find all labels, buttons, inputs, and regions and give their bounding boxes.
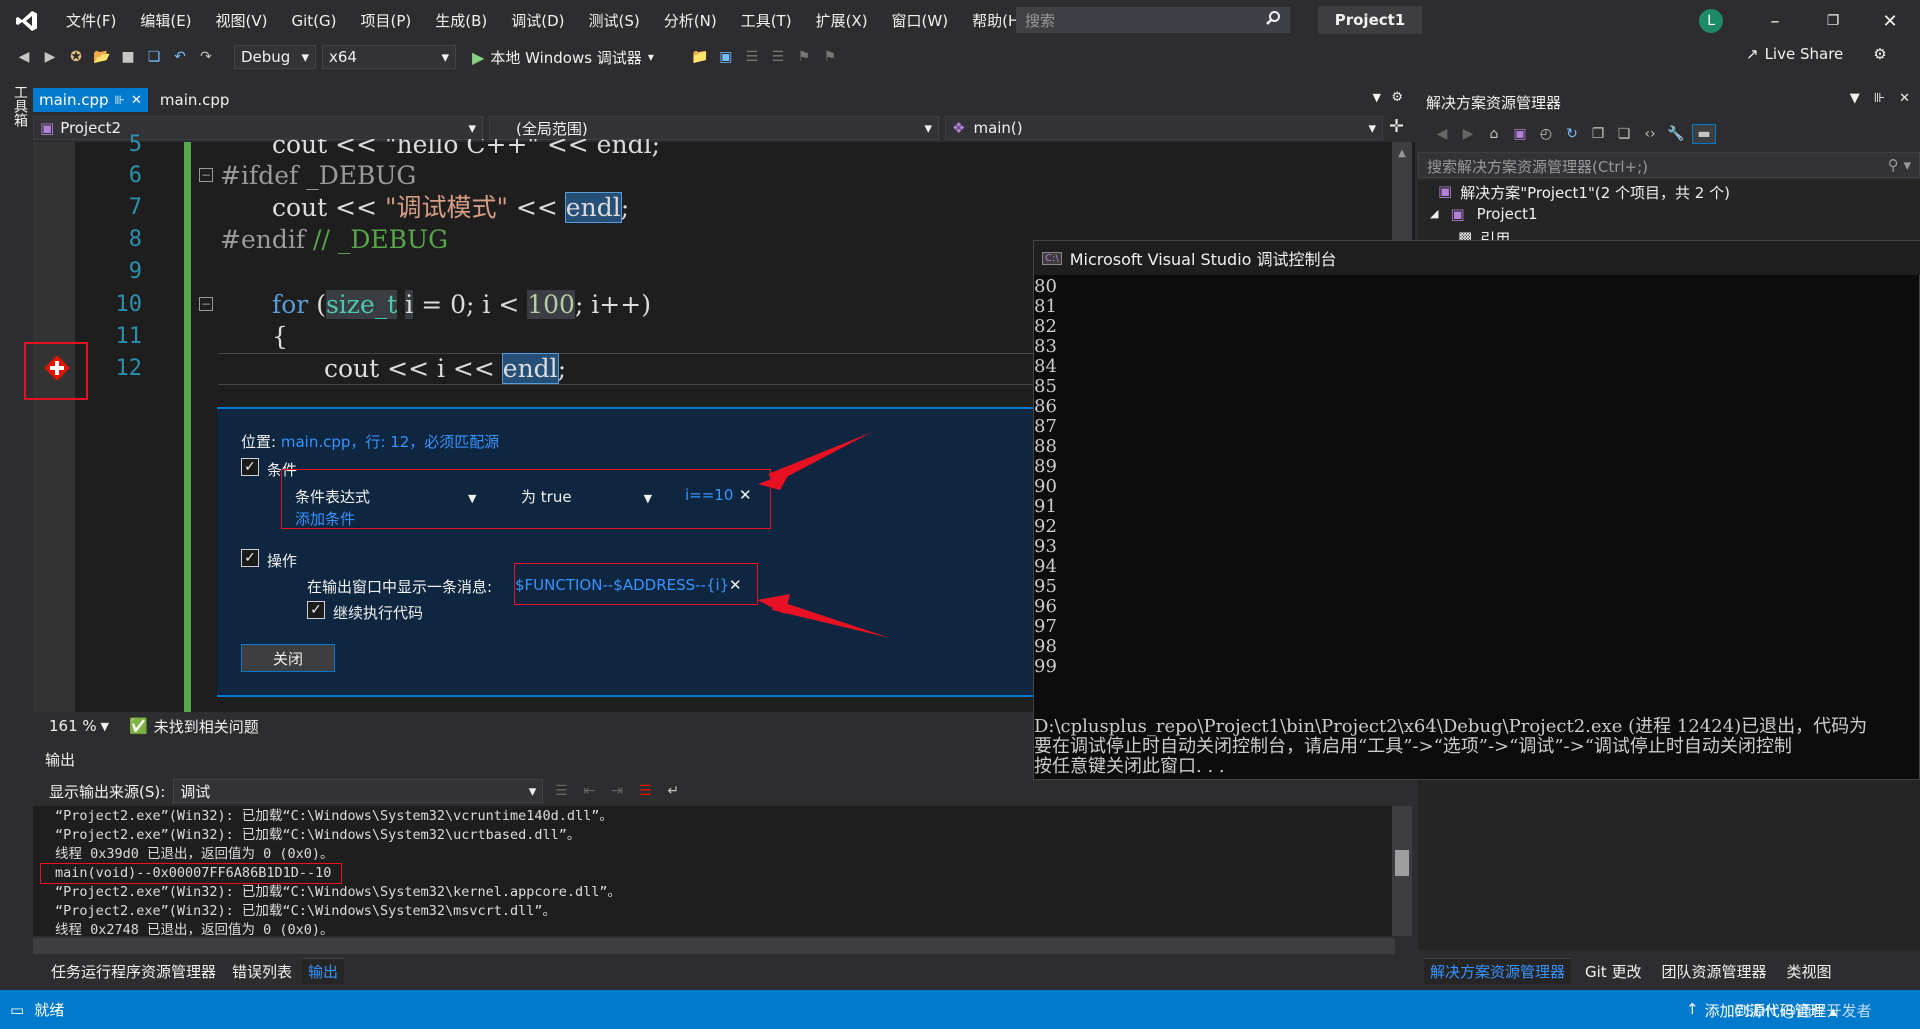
zoom-value: 161 % <box>49 717 97 735</box>
chevron-down-icon: ▼ <box>100 719 109 733</box>
check-circle-icon: ✅ <box>129 717 148 735</box>
output-source-label: 显示输出来源(S): <box>49 782 166 801</box>
console-line: 82 <box>1034 316 1057 337</box>
clear-all-icon[interactable]: ☰ <box>635 781 655 801</box>
collapse-all-icon[interactable]: ❐ <box>1588 124 1608 144</box>
chevron-down-icon: ▾ <box>528 782 537 800</box>
tab-team-explorer[interactable]: 团队资源管理器 <box>1655 959 1772 984</box>
solution-search-placeholder: 搜索解决方案资源管理器(Ctrl+;) <box>1427 158 1649 176</box>
console-line: 85 <box>1034 376 1057 397</box>
next-message-icon[interactable]: ⇥ <box>607 781 627 801</box>
show-all-files-icon[interactable]: ❏ <box>1614 124 1634 144</box>
solution-explorer-header: 解决方案资源管理器 ▼ ⊪ ✕ <box>1418 88 1920 116</box>
console-line: 91 <box>1034 496 1057 517</box>
find-message-icon[interactable]: ☰ <box>551 781 571 801</box>
zoom-select[interactable]: 161 % ▼ <box>43 716 115 736</box>
word-wrap-icon[interactable]: ↵ <box>663 781 683 801</box>
console-line: 90 <box>1034 476 1057 497</box>
console-line: 84 <box>1034 356 1057 377</box>
output-source-value: 调试 <box>180 782 211 801</box>
console-line: 81 <box>1034 296 1057 317</box>
console-icon: C:\ <box>1042 251 1062 265</box>
preview-icon[interactable]: ▬ <box>1692 124 1716 144</box>
console-blank <box>1034 697 1920 717</box>
expand-icon[interactable]: ◢ <box>1430 205 1438 223</box>
console-line: 88 <box>1034 436 1057 457</box>
tree-item-project[interactable]: ◢ ▣ Project1 <box>1430 205 1538 223</box>
pin-icon[interactable]: ⊪ <box>1874 91 1885 106</box>
references-icon: ▩ <box>1458 228 1473 240</box>
tree-item-label: 解决方案"Project1"(2 个项目，共 2 个) <box>1460 184 1730 202</box>
tab-output[interactable]: 输出 <box>302 958 345 984</box>
close-icon[interactable]: ✕ <box>1899 91 1910 106</box>
tab-error-list[interactable]: 错误列表 <box>226 959 298 984</box>
console-output: 80 81 82 83 84 85 86 87 88 89 90 91 92 93 94 95 96 97 98 99… <box>1034 277 1920 777</box>
home-icon[interactable]: ⌂ <box>1484 124 1504 144</box>
sync-icon[interactable]: ↻ <box>1562 124 1582 144</box>
pending-changes-icon[interactable]: ◴ <box>1536 124 1556 144</box>
tree-item-references[interactable]: ▩ 引用 <box>1458 228 1510 240</box>
console-line: 99 <box>1034 656 1057 677</box>
solution-explorer-title: 解决方案资源管理器 <box>1426 94 1562 112</box>
solution-tab-bar: 解决方案资源管理器 Git 更改 团队资源管理器 类视图 <box>1418 958 1920 984</box>
console-line: 80 <box>1034 277 1057 297</box>
console-exit-line: D:\cplusplus_repo\Project1\bin\Project2\… <box>1034 716 1868 737</box>
output-line: 线程 0x2748 已退出，返回值为 0 (0x0)。 <box>55 922 334 936</box>
status-bar: ▭ 就绪 ↑ 添加到源代码管理 ▴ CSDN @通程开发者 <box>0 990 1920 1029</box>
output-source-select[interactable]: 调试 ▾ <box>173 779 544 803</box>
console-prompt-line: 按任意键关闭此窗口. . . <box>1034 756 1225 777</box>
console-line: 86 <box>1034 396 1057 417</box>
output-line: “Project2.exe”(Win32): 已加载“C:\Windows\Sy… <box>55 884 622 900</box>
ready-icon: ▭ <box>10 1000 25 1019</box>
scrollbar-thumb[interactable] <box>1395 850 1409 876</box>
console-line: 83 <box>1034 336 1057 357</box>
console-line: 94 <box>1034 556 1057 577</box>
tree-item-label: Project1 <box>1476 205 1538 223</box>
output-line: “Project2.exe”(Win32): 已加载“C:\Windows\Sy… <box>55 808 613 824</box>
console-line: 87 <box>1034 416 1057 437</box>
console-line: 95 <box>1034 576 1057 597</box>
view-code-icon[interactable]: ‹› <box>1640 124 1660 144</box>
console-line: 92 <box>1034 516 1057 537</box>
switch-views-icon[interactable]: ▣ <box>1510 124 1530 144</box>
solution-icon: ▣ <box>1438 182 1453 200</box>
console-title: Microsoft Visual Studio 调试控制台 <box>1069 250 1337 269</box>
tab-solution-explorer[interactable]: 解决方案资源管理器 <box>1424 958 1572 984</box>
console-line: 96 <box>1034 596 1057 617</box>
output-tab-bar: 任务运行程序资源管理器 错误列表 输出 <box>33 958 1415 984</box>
solution-search-input[interactable]: 搜索解决方案资源管理器(Ctrl+;) ⚲ ▾ <box>1418 152 1920 178</box>
output-horizontal-scrollbar[interactable] <box>33 938 1395 954</box>
properties-icon[interactable]: 🔧 <box>1666 124 1686 144</box>
output-line: “Project2.exe”(Win32): 已加载“C:\Windows\Sy… <box>55 827 581 843</box>
output-line: 线程 0x39d0 已退出，返回值为 0 (0x0)。 <box>55 846 334 862</box>
console-blank <box>1034 677 1920 697</box>
tab-class-view[interactable]: 类视图 <box>1780 959 1837 984</box>
tab-task-runner[interactable]: 任务运行程序资源管理器 <box>45 959 222 984</box>
console-hint-line: 要在调试停止时自动关闭控制台，请启用“工具”->“选项”->“调试”->“调试停… <box>1034 736 1792 757</box>
tree-item-solution[interactable]: ▣ 解决方案"Project1"(2 个项目，共 2 个) <box>1438 182 1730 203</box>
output-line: “Project2.exe”(Win32): 已加载“C:\Windows\Sy… <box>55 903 557 919</box>
console-line: 97 <box>1034 616 1057 637</box>
console-title-bar: C:\ Microsoft Visual Studio 调试控制台 <box>1034 241 1920 275</box>
prev-message-icon[interactable]: ⇤ <box>579 781 599 801</box>
watermark: CSDN @通程开发者 <box>1734 1002 1872 1020</box>
forward-icon[interactable]: ▶ <box>1458 124 1478 144</box>
annotation-box <box>40 863 342 884</box>
cpp-project-icon: ▣ <box>1450 205 1465 223</box>
console-line: 89 <box>1034 456 1057 477</box>
back-icon[interactable]: ◀ <box>1432 124 1452 144</box>
issues-status[interactable]: 未找到相关问题 <box>154 716 259 737</box>
debug-console-window[interactable]: C:\ Microsoft Visual Studio 调试控制台 80 81 82… <box>1033 240 1920 780</box>
console-line: 93 <box>1034 536 1057 557</box>
status-ready: 就绪 <box>34 1001 65 1019</box>
solution-explorer-toolbar: ◀ ▶ ⌂ ▣ ◴ ↻ ❐ ❏ ‹› 🔧 ▬ <box>1418 118 1920 150</box>
arrow-up-icon: ↑ <box>1686 1000 1699 1018</box>
chevron-down-icon[interactable]: ▼ <box>1850 91 1860 106</box>
tree-item-label: 引用 <box>1480 230 1511 240</box>
console-line: 98 <box>1034 636 1057 657</box>
search-icon: ⚲ ▾ <box>1887 156 1911 174</box>
output-toolbar: 显示输出来源(S): 调试 ▾ ☰ ⇤ ⇥ ☰ ↵ <box>33 777 1415 805</box>
tab-git-changes[interactable]: Git 更改 <box>1579 959 1647 984</box>
